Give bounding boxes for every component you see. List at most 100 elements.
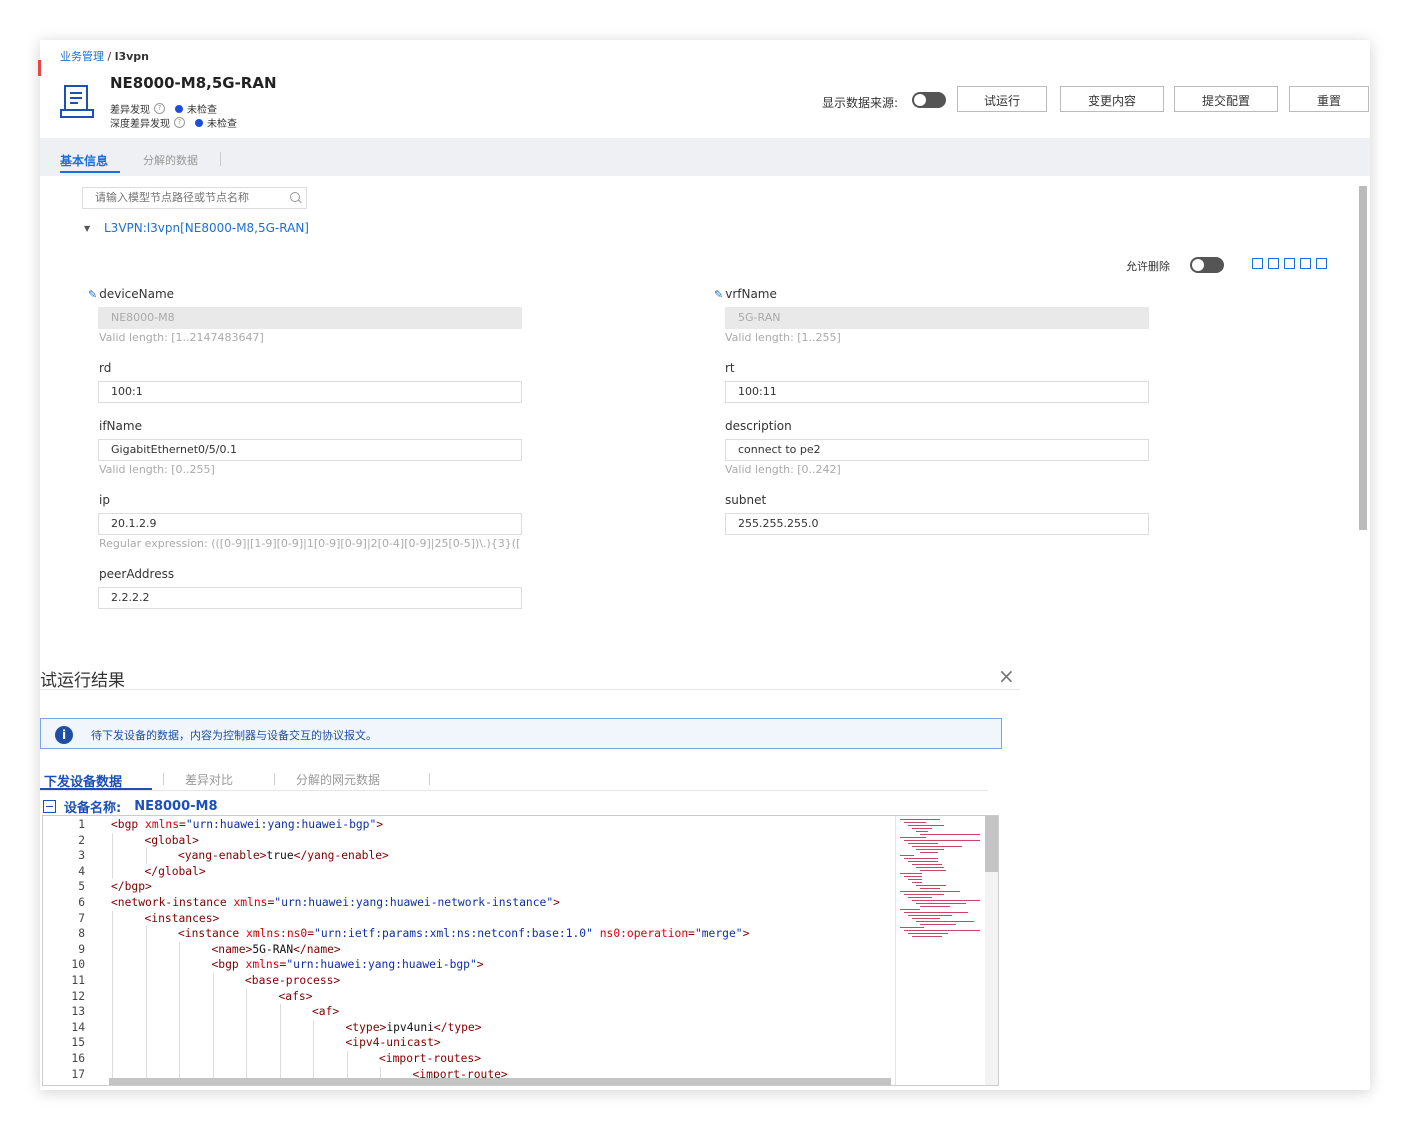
breadcrumb-parent[interactable]: 业务管理 bbox=[60, 50, 104, 63]
submit-config-button[interactable]: 提交配置 bbox=[1174, 86, 1278, 112]
import-icon[interactable] bbox=[1300, 258, 1311, 269]
reset-button[interactable]: 重置 bbox=[1289, 86, 1369, 112]
line-number: 13 bbox=[71, 1005, 85, 1019]
service-panel: 业务管理 / l3vpn NE8000-M8,5G-RAN 差异发现 ? 未检查… bbox=[40, 40, 1370, 1090]
expand-icon[interactable] bbox=[1252, 258, 1263, 269]
show-source-toggle[interactable] bbox=[912, 92, 946, 108]
minimap-line bbox=[920, 870, 946, 871]
indent-guide bbox=[179, 1004, 180, 1020]
scrollbar-thumb[interactable] bbox=[985, 816, 998, 872]
indent-guide bbox=[179, 957, 180, 973]
code-text: </bgp> bbox=[111, 880, 152, 894]
vrf-name-field[interactable]: 5G-RAN bbox=[725, 307, 1149, 329]
allow-delete-toggle[interactable] bbox=[1190, 257, 1224, 273]
change-content-button[interactable]: 变更内容 bbox=[1060, 86, 1164, 112]
minimap-line bbox=[908, 825, 944, 826]
peer-address-field[interactable]: 2.2.2.2 bbox=[98, 587, 522, 609]
collapse-icon[interactable] bbox=[1268, 258, 1279, 269]
tab-basic-info[interactable]: 基本信息 bbox=[60, 152, 108, 169]
caret-down-icon[interactable]: ▼ bbox=[84, 224, 90, 233]
indent-guide bbox=[145, 988, 147, 1005]
indent-guide bbox=[179, 1035, 180, 1051]
indent-guide bbox=[313, 1035, 314, 1051]
indent-guide bbox=[112, 832, 113, 849]
line-number: 9 bbox=[78, 942, 85, 956]
vrf-name-hint: Valid length: [1..255] bbox=[725, 331, 841, 344]
minimap-line bbox=[904, 858, 938, 859]
minimap-line bbox=[912, 828, 932, 829]
code-line: 11 <base-process> bbox=[43, 972, 893, 989]
indent-guide bbox=[279, 1050, 281, 1067]
search-icon[interactable] bbox=[290, 192, 300, 202]
device-name-group: 设备名称: NE8000-M8 bbox=[43, 797, 218, 816]
indent-guide bbox=[212, 1035, 214, 1051]
node-search-input[interactable] bbox=[82, 187, 307, 209]
minimap-line bbox=[916, 885, 946, 886]
diff-discovery-status: 差异发现 ? 未检查 bbox=[110, 101, 217, 116]
show-source-label: 显示数据来源: bbox=[822, 96, 899, 110]
code-text: <yang-enable>true</yang-enable> bbox=[178, 849, 389, 863]
code-lines: 1 <bgp xmlns="urn:huawei:yang:huawei-bgp"… bbox=[43, 817, 893, 1083]
help-icon[interactable]: ? bbox=[174, 117, 185, 128]
minimap-line bbox=[908, 843, 938, 844]
tree-node-l3vpn[interactable]: L3VPN:l3vpn[NE8000-M8,5G-RAN] bbox=[104, 221, 309, 235]
export-icon[interactable] bbox=[1284, 258, 1295, 269]
code-line: 4 </global> bbox=[43, 863, 893, 880]
code-text: <instances> bbox=[144, 911, 220, 925]
rt-label: rt bbox=[725, 361, 735, 375]
ifname-field[interactable]: GigabitEthernet0/5/0.1 bbox=[98, 439, 522, 461]
breadcrumb: 业务管理 / l3vpn bbox=[60, 48, 149, 64]
scrollbar-thumb[interactable] bbox=[1359, 186, 1367, 530]
trial-run-button[interactable]: 试运行 bbox=[957, 86, 1047, 112]
tab-divider bbox=[220, 152, 221, 166]
editor-horizontal-scrollbar[interactable] bbox=[109, 1078, 891, 1085]
indent-guide bbox=[313, 1019, 314, 1036]
minimap-line bbox=[900, 837, 926, 838]
form-scrollbar[interactable] bbox=[1358, 180, 1368, 530]
indent-guide bbox=[212, 972, 214, 989]
subnet-field[interactable]: 255.255.255.0 bbox=[725, 513, 1149, 535]
indent-guide bbox=[145, 1035, 147, 1051]
line-number: 17 bbox=[71, 1067, 85, 1081]
minimap-line bbox=[908, 879, 922, 880]
rt-field[interactable]: 100:11 bbox=[725, 381, 1149, 403]
code-text: <global> bbox=[144, 833, 199, 847]
minimap-line bbox=[920, 834, 980, 835]
help-icon[interactable]: ? bbox=[154, 103, 165, 114]
tab-decomposed-data[interactable]: 分解的数据 bbox=[143, 152, 198, 168]
diff-discovery-value: 未检查 bbox=[187, 105, 217, 116]
indent-guide bbox=[346, 1050, 348, 1067]
code-text: <network-instance xmlns="urn:huawei:yang… bbox=[111, 895, 560, 909]
dialog-title: 试运行结果 bbox=[40, 671, 125, 691]
indent-guide bbox=[112, 1019, 113, 1036]
indent-guide bbox=[246, 1019, 247, 1036]
form-toolbar bbox=[1252, 258, 1327, 269]
tab-diff-compare[interactable]: 差异对比 bbox=[185, 771, 233, 788]
tab-divider bbox=[163, 773, 164, 785]
collapse-icon[interactable] bbox=[43, 800, 56, 813]
close-icon[interactable]: × bbox=[998, 664, 1015, 688]
copy-icon[interactable] bbox=[1316, 258, 1327, 269]
minimap-line bbox=[920, 888, 940, 889]
ip-hint: Regular expression: (([0-9]|[1-9][0-9]|1… bbox=[99, 537, 521, 550]
description-field[interactable]: connect to pe2 bbox=[725, 439, 1149, 461]
minimap-line bbox=[900, 873, 922, 874]
minimap-line bbox=[916, 903, 966, 904]
code-text: <bgp xmlns="urn:huawei:yang:huawei-bgp"> bbox=[111, 818, 384, 831]
indent-guide bbox=[179, 1050, 180, 1067]
indent-guide bbox=[112, 1035, 113, 1051]
indent-guide bbox=[145, 957, 147, 973]
code-text: <ipv4-unicast> bbox=[345, 1036, 441, 1050]
status-dot-icon bbox=[175, 104, 183, 113]
code-editor[interactable]: 1 <bgp xmlns="urn:huawei:yang:huawei-bgp"… bbox=[42, 815, 999, 1086]
code-text: <name>5G-RAN</name> bbox=[211, 942, 341, 956]
code-minimap[interactable] bbox=[895, 816, 986, 1085]
tab-ne-data[interactable]: 分解的网元数据 bbox=[296, 771, 380, 788]
rd-field[interactable]: 100:1 bbox=[98, 381, 522, 403]
line-number: 12 bbox=[71, 989, 85, 1003]
editor-vertical-scrollbar[interactable] bbox=[985, 816, 998, 1085]
minimap-line bbox=[916, 867, 944, 868]
device-name-field[interactable]: NE8000-M8 bbox=[98, 307, 522, 329]
ip-field[interactable]: 20.1.2.9 bbox=[98, 513, 522, 535]
line-number: 5 bbox=[78, 880, 85, 894]
